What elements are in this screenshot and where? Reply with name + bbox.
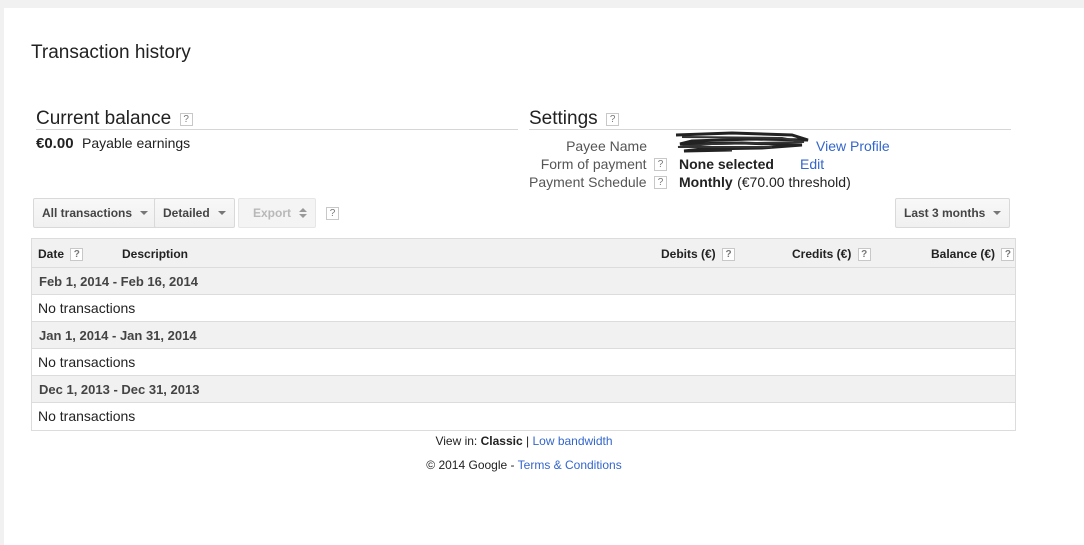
redacted-payee-name (675, 131, 809, 153)
terms-link[interactable]: Terms & Conditions (518, 458, 622, 472)
transactions-filter-dropdown[interactable]: All transactions (33, 198, 158, 228)
footer-dash: - (510, 458, 515, 472)
col-description: Description (122, 247, 189, 261)
balance-help-icon[interactable]: ? (179, 113, 193, 127)
chevron-down-icon (217, 211, 226, 215)
balance-label: Payable earnings (82, 135, 191, 151)
table-header: Date ? Description Debits (€) ? Credits … (32, 239, 1015, 268)
payment-form-value: None selected (679, 156, 774, 172)
table-row: No transactions (32, 403, 1015, 430)
export-label: Export (253, 206, 292, 220)
view-profile-link[interactable]: View Profile (816, 138, 890, 154)
balance-heading-row: Current balance ? (36, 108, 193, 130)
sort-arrows-icon (299, 208, 308, 218)
chevron-down-icon (993, 211, 1002, 215)
edit-payment-link[interactable]: Edit (800, 156, 824, 172)
col-balance-label: Balance (€) (931, 247, 996, 261)
export-button[interactable]: Export (238, 198, 316, 228)
page-title: Transaction history (31, 42, 191, 63)
col-credits: Credits (€) ? (792, 247, 871, 262)
col-debits-label: Debits (€) (661, 247, 716, 261)
settings-heading-row: Settings ? (529, 108, 620, 130)
view-in-label: View in: (435, 434, 478, 448)
col-debits: Debits (€) ? (661, 247, 736, 262)
payment-form-label: Form of payment (540, 156, 647, 172)
copyright-text: © 2014 Google (426, 458, 508, 472)
payee-name-label: Payee Name (566, 138, 647, 154)
balance-amount: €0.00 (36, 135, 74, 152)
date-range-dropdown[interactable]: Last 3 months (895, 198, 1011, 228)
settings-heading: Settings (529, 108, 598, 129)
schedule-label-row: Payment Schedule ? (515, 174, 667, 192)
footer-separator: | (526, 434, 530, 448)
balance-col-help-icon[interactable]: ? (1001, 248, 1015, 262)
col-credits-label: Credits (€) (792, 247, 852, 261)
transactions-table: Date ? Description Debits (€) ? Credits … (31, 238, 1016, 431)
schedule-value-row: Monthly (€70.00 threshold) (679, 174, 851, 192)
table-row: No transactions (32, 295, 1015, 322)
balance-value-row: €0.00 Payable earnings (36, 135, 190, 153)
view-mode-label: Detailed (163, 206, 210, 220)
period-row: Jan 1, 2014 - Jan 31, 2014 (32, 322, 1015, 349)
view-mode-footer: View in: Classic | Low bandwidth (4, 434, 1044, 448)
col-date-label: Date (38, 247, 65, 261)
page-container: Transaction history Current balance ? €0… (4, 8, 1084, 545)
credits-help-icon[interactable]: ? (857, 248, 871, 262)
chevron-down-icon (140, 211, 149, 215)
schedule-value: Monthly (679, 174, 733, 190)
period-row: Dec 1, 2013 - Dec 31, 2013 (32, 376, 1015, 403)
payment-form-label-row: Form of payment ? (515, 156, 667, 174)
view-mode-dropdown[interactable]: Detailed (154, 198, 235, 228)
col-date: Date ? (38, 247, 84, 262)
date-help-icon[interactable]: ? (70, 248, 84, 262)
copyright-footer: © 2014 Google - Terms & Conditions (4, 458, 1044, 472)
settings-divider (529, 129, 1011, 130)
payment-schedule-label: Payment Schedule (529, 174, 647, 190)
balance-divider (36, 129, 518, 130)
settings-help-icon[interactable]: ? (606, 113, 620, 127)
schedule-threshold: (€70.00 threshold) (737, 174, 851, 190)
view-classic: Classic (480, 434, 523, 448)
low-bandwidth-link[interactable]: Low bandwidth (532, 434, 612, 448)
table-row: No transactions (32, 349, 1015, 376)
date-range-label: Last 3 months (904, 206, 986, 220)
col-balance: Balance (€) ? (931, 247, 1015, 262)
balance-heading: Current balance (36, 108, 172, 129)
debits-help-icon[interactable]: ? (722, 248, 736, 262)
schedule-help-icon[interactable]: ? (654, 176, 667, 190)
payment-form-help-icon[interactable]: ? (654, 158, 667, 172)
export-help-icon[interactable]: ? (326, 207, 339, 220)
period-row: Feb 1, 2014 - Feb 16, 2014 (32, 268, 1015, 295)
filter-label: All transactions (42, 206, 133, 220)
